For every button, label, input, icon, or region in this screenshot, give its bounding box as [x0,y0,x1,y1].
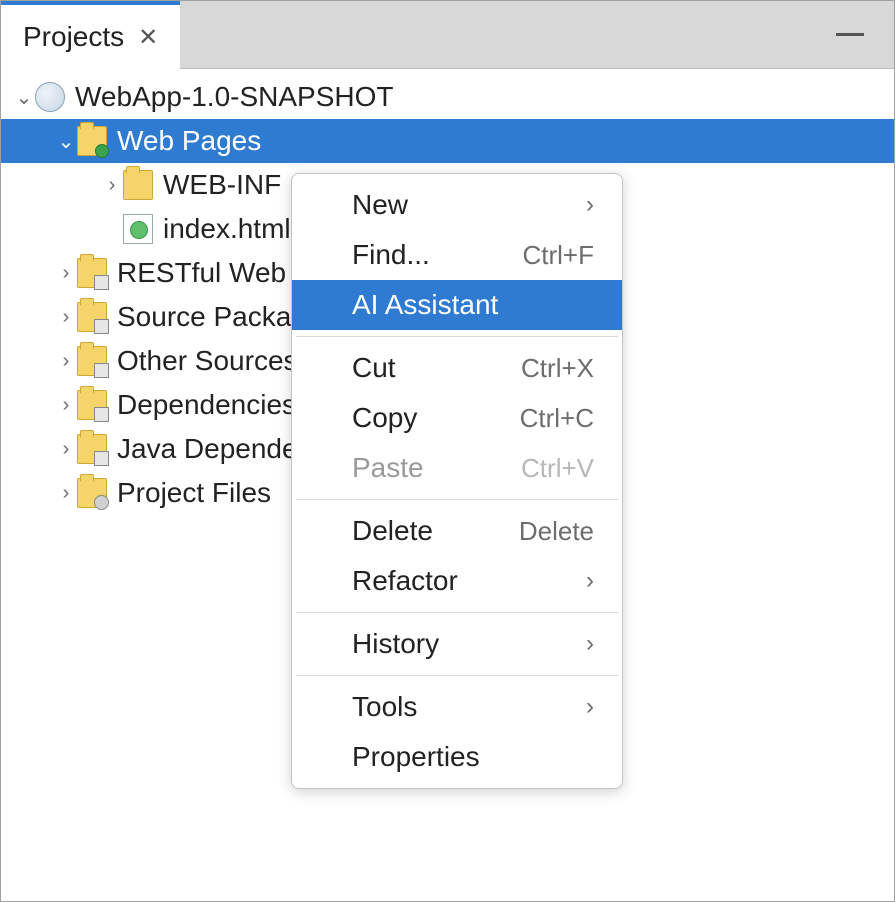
menu-delete-shortcut: Delete [519,516,594,547]
menu-delete-label: Delete [352,515,433,547]
menu-find-label: Find... [352,239,430,271]
chevron-right-icon: › [586,630,594,658]
menu-ai-label: AI Assistant [352,289,498,321]
menu-refactor-label: Refactor [352,565,458,597]
tree-othersrc-label: Other Sources [117,345,298,377]
chevron-down-icon[interactable]: ⌄ [55,129,77,154]
menu-find[interactable]: Find... Ctrl+F [292,230,622,280]
menu-separator [296,499,618,500]
tree-webpages[interactable]: ⌄ Web Pages [1,119,894,163]
chevron-right-icon[interactable]: › [55,394,77,417]
tree-projfiles-label: Project Files [117,477,271,509]
chevron-right-icon[interactable]: › [55,438,77,461]
menu-cut-label: Cut [352,352,396,384]
folder-icon [123,170,153,200]
close-icon[interactable]: ✕ [134,23,162,52]
globe-icon [35,82,65,112]
menu-properties-label: Properties [352,741,480,773]
tree-root-label: WebApp-1.0-SNAPSHOT [75,81,394,113]
menu-copy-shortcut: Ctrl+C [520,403,594,434]
menu-tools-label: Tools [352,691,417,723]
menu-ai-assistant[interactable]: AI Assistant [292,280,622,330]
menu-paste-label: Paste [352,452,424,484]
chevron-right-icon[interactable]: › [55,262,77,285]
folder-icon [77,302,107,332]
menu-cut[interactable]: Cut Ctrl+X [292,343,622,393]
tree-root[interactable]: ⌄ WebApp-1.0-SNAPSHOT [1,75,894,119]
folder-icon [77,478,107,508]
menu-separator [296,675,618,676]
tree-webpages-label: Web Pages [117,125,261,157]
chevron-down-icon[interactable]: ⌄ [13,85,35,110]
menu-find-shortcut: Ctrl+F [523,240,595,271]
menu-cut-shortcut: Ctrl+X [521,353,594,384]
menu-separator [296,612,618,613]
chevron-right-icon[interactable]: › [55,306,77,329]
window-actions [836,23,864,41]
tree-webinf-label: WEB-INF [163,169,281,201]
menu-history-label: History [352,628,439,660]
menu-properties[interactable]: Properties [292,732,622,782]
minimize-icon[interactable] [836,33,864,36]
menu-new-label: New [352,189,408,221]
menu-copy[interactable]: Copy Ctrl+C [292,393,622,443]
tree-deps-label: Dependencies [117,389,296,421]
folder-icon [77,126,107,156]
menu-refactor[interactable]: Refactor › [292,556,622,606]
tree-index-label: index.html [163,213,291,245]
folder-icon [77,434,107,464]
chevron-right-icon: › [586,693,594,721]
panel-tabbar: Projects ✕ [1,1,894,69]
file-icon [123,214,153,244]
menu-paste: Paste Ctrl+V [292,443,622,493]
menu-copy-label: Copy [352,402,417,434]
chevron-right-icon: › [586,191,594,219]
menu-delete[interactable]: Delete Delete [292,506,622,556]
folder-icon [77,346,107,376]
chevron-right-icon[interactable]: › [55,350,77,373]
chevron-right-icon: › [586,567,594,595]
menu-new[interactable]: New › [292,180,622,230]
folder-icon [77,390,107,420]
menu-paste-shortcut: Ctrl+V [521,453,594,484]
projects-tab[interactable]: Projects ✕ [1,1,180,69]
chevron-right-icon[interactable]: › [101,174,123,197]
context-menu: New › Find... Ctrl+F AI Assistant Cut Ct… [291,173,623,789]
chevron-right-icon[interactable]: › [55,482,77,505]
projects-tab-title: Projects [23,21,124,53]
folder-icon [77,258,107,288]
menu-tools[interactable]: Tools › [292,682,622,732]
menu-history[interactable]: History › [292,619,622,669]
menu-separator [296,336,618,337]
